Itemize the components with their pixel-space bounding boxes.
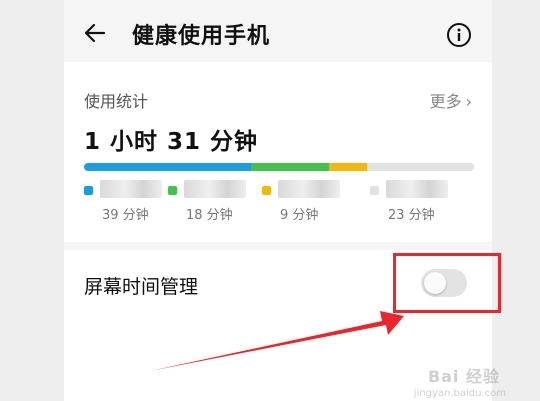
legend-color-dot xyxy=(370,186,379,195)
legend-app-time: 18 分钟 xyxy=(186,208,233,223)
arrow-left-icon[interactable] xyxy=(82,20,108,46)
settings-screen: 健康使用手机 使用统计 更多› 1 小时 31 分钟 微信 39 分钟 哔哩哔哩 18… xyxy=(64,0,492,401)
legend-color-dot xyxy=(168,186,177,195)
page-title: 健康使用手机 xyxy=(132,24,271,49)
usage-bar-segment xyxy=(251,163,329,171)
usage-bar xyxy=(84,163,474,171)
legend-app-name: 其他 xyxy=(386,180,448,198)
screen-time-management-label: 屏幕时间管理 xyxy=(84,276,199,298)
info-icon[interactable] xyxy=(446,22,472,48)
legend-app-name: 微信 xyxy=(100,180,162,198)
usage-bar-segment xyxy=(84,163,252,171)
more-button[interactable]: 更多 › xyxy=(430,88,472,112)
legend-color-dot xyxy=(84,186,93,195)
legend-app-time: 39 分钟 xyxy=(102,208,149,223)
legend-app-name: 哔哩哔哩 xyxy=(184,180,246,198)
app-header: 健康使用手机 xyxy=(64,0,492,62)
watermark-text: Bai 经验 xyxy=(427,367,500,386)
legend-app-time: 9 分钟 xyxy=(280,208,319,223)
usage-legend: 微信 39 分钟 哔哩哔哩 18 分钟 欧朋浏览器 9 分钟 其他 23 分钟 xyxy=(84,180,484,230)
usage-statistics-label: 使用统计 xyxy=(84,92,149,111)
annotation-highlight-box xyxy=(393,253,501,313)
legend-app-name: 欧朋浏览器 xyxy=(278,180,340,198)
usage-statistics-card: 使用统计 更多› 1 小时 31 分钟 微信 39 分钟 哔哩哔哩 18 分钟 欧朋浏览… xyxy=(64,62,492,242)
watermark-url: jingyan.baidu.com xyxy=(413,388,506,399)
usage-bar-segment xyxy=(328,163,368,171)
legend-app-time: 23 分钟 xyxy=(388,208,435,223)
chevron-right-icon: › xyxy=(465,92,472,111)
total-usage-time: 1 小时 31 分钟 xyxy=(84,129,259,155)
legend-color-dot xyxy=(262,186,271,195)
usage-bar-segment xyxy=(367,163,474,171)
more-label: 更多 xyxy=(429,92,462,111)
